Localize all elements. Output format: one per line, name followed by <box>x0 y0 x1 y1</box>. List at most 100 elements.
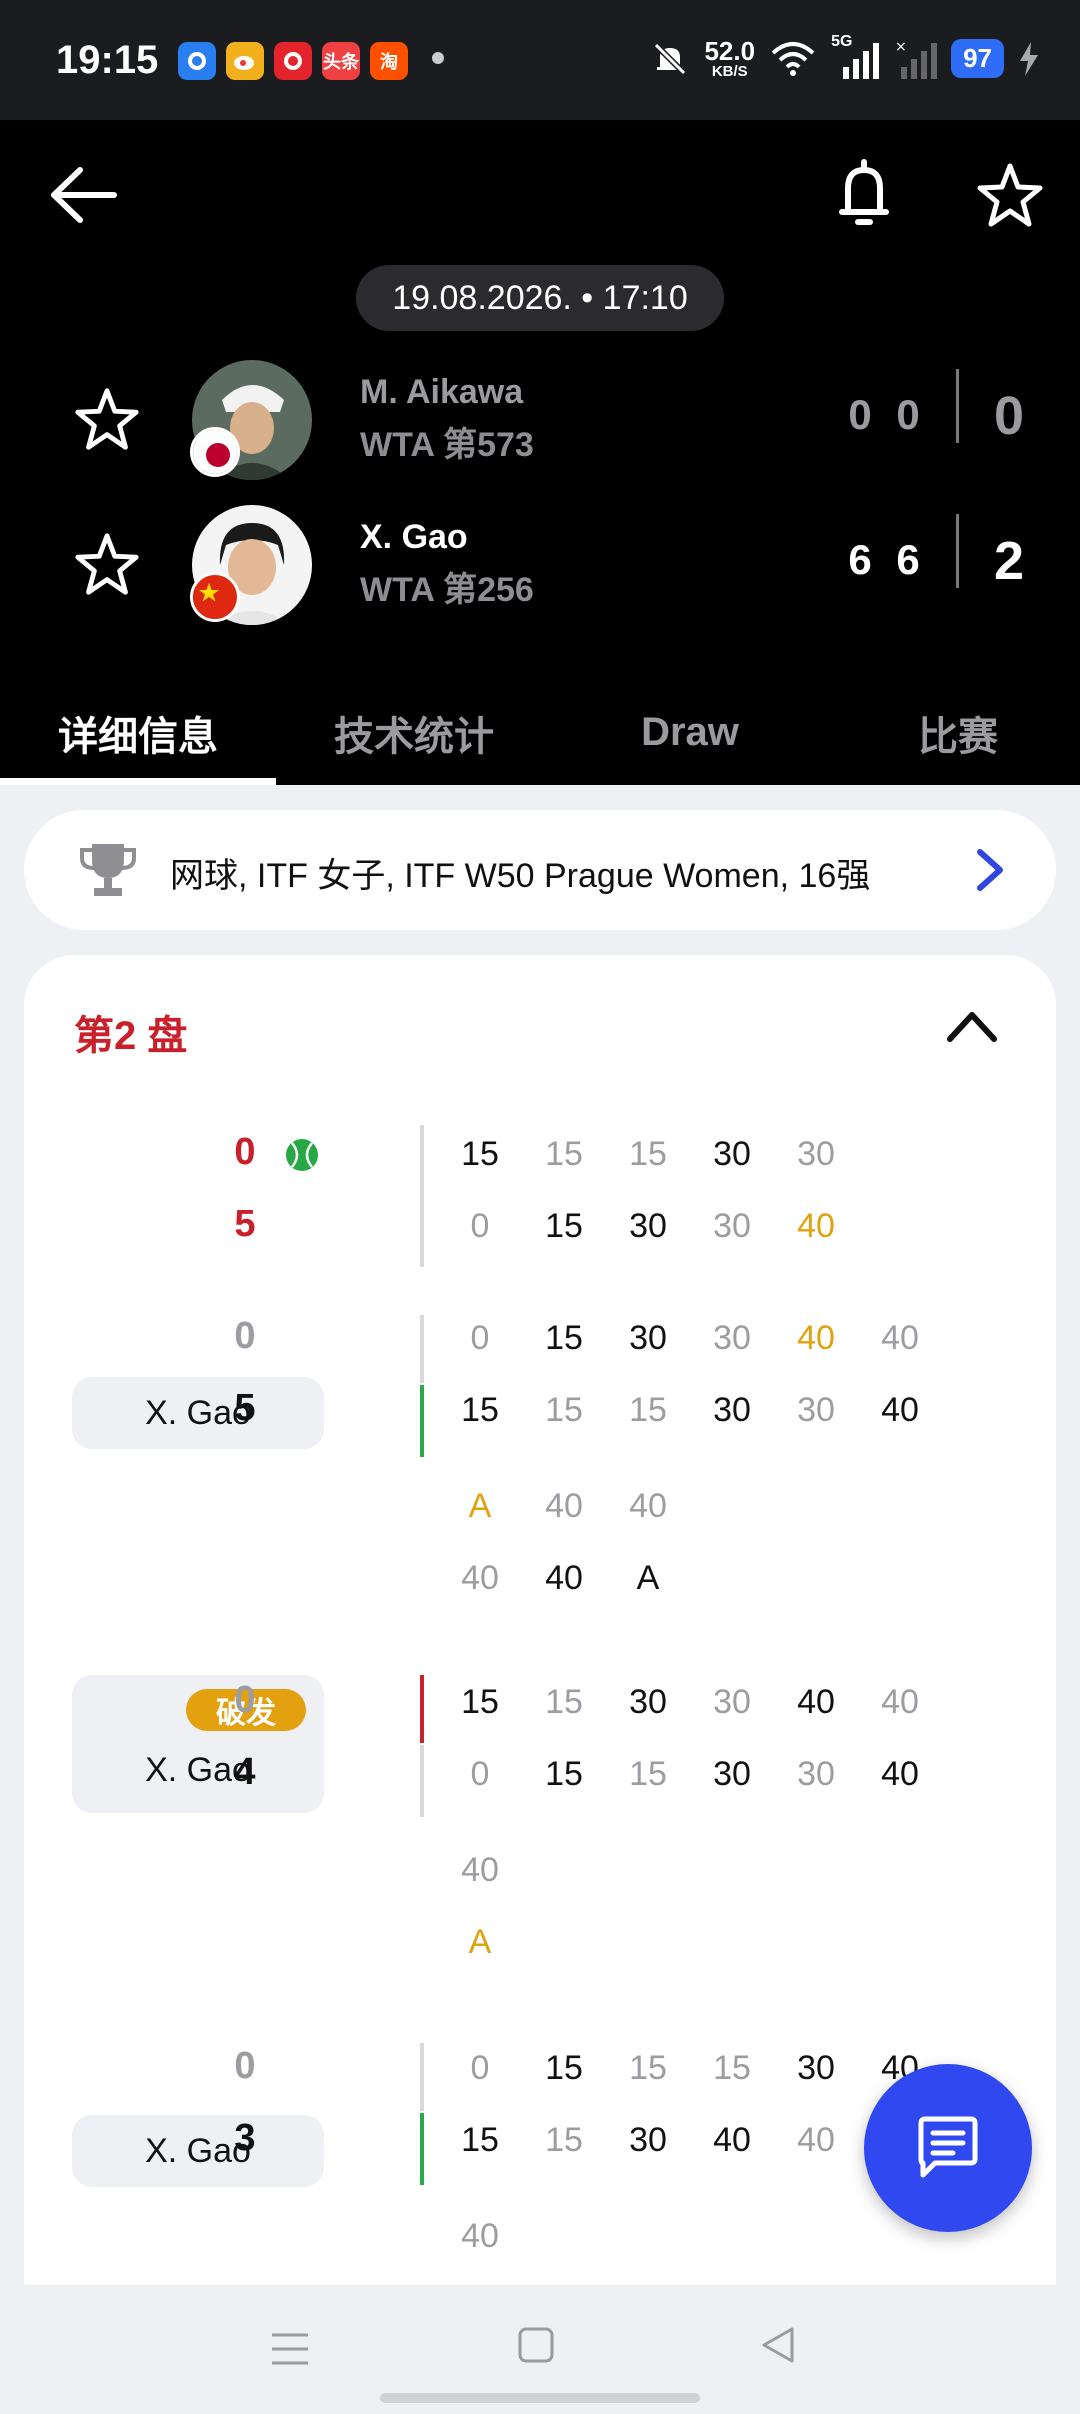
game-score-bottom: 3 <box>234 2117 256 2159</box>
point-score: 0 <box>470 1319 490 1357</box>
tournament-link[interactable]: 网球, ITF 女子, ITF W50 Prague Women, 16强 <box>24 810 1056 930</box>
point-score: 30 <box>713 1391 751 1429</box>
point-score: 30 <box>629 1207 667 1245</box>
charging-icon <box>1020 41 1038 76</box>
point-score: 40 <box>629 1487 667 1525</box>
status-time: 19:15 <box>56 38 159 82</box>
point-score: 30 <box>713 1319 751 1357</box>
game-divider <box>420 1315 424 1383</box>
home-indicator <box>380 2393 700 2403</box>
notifications-button[interactable] <box>832 156 896 236</box>
star-icon <box>977 163 1043 227</box>
game-break-bar <box>420 1675 424 1743</box>
favorite-player-2-button[interactable] <box>72 530 142 600</box>
signal-nosim-icon: × <box>895 39 938 79</box>
point-score: 40 <box>881 1755 919 1793</box>
game-score-top: 0 <box>234 1679 256 1721</box>
score-divider <box>956 369 959 443</box>
player-1-name[interactable]: M. Aikawa <box>360 373 523 412</box>
point-score: 15 <box>545 1683 583 1721</box>
back-arrow-icon <box>51 167 117 223</box>
player-row-2: X. Gao WTA 第256 6 6 2 <box>0 500 1080 630</box>
point-score: 30 <box>797 1755 835 1793</box>
match-tabs: 详细信息 技术统计 Draw 比赛 <box>0 680 1080 785</box>
break-winner-label: 破发 X. Gao <box>72 1675 324 1813</box>
game-score-bottom: 5 <box>234 1387 256 1429</box>
signal-5g-icon: 5G <box>831 33 881 79</box>
tab-matches[interactable]: 比赛 <box>820 680 1080 785</box>
china-flag <box>190 572 240 622</box>
set-title: 第2 盘 <box>74 1014 188 1058</box>
game-divider <box>420 1745 424 1817</box>
svg-text:×: × <box>895 39 907 55</box>
point-score: 30 <box>629 1319 667 1357</box>
point-score: A <box>468 1923 492 1961</box>
point-score: 0 <box>470 1755 490 1793</box>
star-icon <box>75 533 139 595</box>
game-score-top: 0 <box>234 2045 256 2087</box>
net-speed-unit: KB/S <box>711 63 748 80</box>
game-row: X. Gao 0 5 0 15 30 30 40 40 15 15 15 30 … <box>24 1315 1056 1655</box>
point-score: 15 <box>461 1391 499 1429</box>
collapse-button[interactable] <box>942 1001 1002 1051</box>
game-winner-bar <box>420 1385 424 1457</box>
status-bar: 19:15 头条 淘 52.0 KB/S 5G × 97 <box>0 0 1080 120</box>
point-score: 30 <box>713 1207 751 1245</box>
point-score: 30 <box>797 2049 835 2087</box>
back-triangle-icon[interactable] <box>758 2325 798 2365</box>
system-navigation-bar <box>0 2285 1080 2414</box>
player-2-total-sets: 2 <box>993 531 1025 591</box>
point-score: 40 <box>881 1683 919 1721</box>
player-2-rank: WTA 第256 <box>360 571 534 609</box>
point-score: 15 <box>713 2049 751 2087</box>
game-score-top: 0 <box>234 1315 256 1357</box>
tab-details[interactable]: 详细信息 <box>0 680 276 785</box>
point-score: 15 <box>461 1683 499 1721</box>
net-speed: 52.0 KB/S <box>704 38 755 79</box>
point-score: 40 <box>797 1319 835 1357</box>
point-score: 40 <box>461 1851 499 1889</box>
home-icon[interactable] <box>516 2325 556 2365</box>
player-2-set-1: 6 <box>848 536 872 583</box>
player-row-1: M. Aikawa WTA 第573 0 0 0 <box>0 355 1080 485</box>
point-score: 30 <box>629 2121 667 2159</box>
back-button[interactable] <box>44 160 124 230</box>
player-1-set-2: 0 <box>896 391 920 438</box>
point-score: 15 <box>545 1755 583 1793</box>
tennis-ball-icon <box>286 1139 318 1171</box>
point-score: A <box>468 1487 492 1525</box>
toutiao-icon: 头条 <box>322 42 360 80</box>
point-score: 40 <box>545 1487 583 1525</box>
point-score: 30 <box>713 1135 751 1173</box>
player-1-set-1: 0 <box>848 391 872 438</box>
recent-apps-icon[interactable] <box>268 2327 312 2371</box>
favorite-match-button[interactable] <box>974 156 1046 236</box>
point-score: 40 <box>713 2121 751 2159</box>
score-divider <box>956 514 959 588</box>
tournament-name: 网球, ITF 女子, ITF W50 Prague Women, 16强 <box>170 857 871 895</box>
point-score: 15 <box>545 1207 583 1245</box>
chevron-right-icon <box>977 849 1003 891</box>
game-winner-bar <box>420 2113 424 2185</box>
point-score: 0 <box>470 1207 490 1245</box>
more-notifications-dot <box>432 52 444 64</box>
point-score: 30 <box>797 1135 835 1173</box>
game-divider <box>420 2043 424 2111</box>
favorite-player-1-button[interactable] <box>72 385 142 455</box>
mute-bell-icon <box>654 42 687 75</box>
game-row: 破发 X. Gao 0 4 15 15 30 30 40 40 0 15 15 … <box>24 1675 1056 1975</box>
point-score: 15 <box>545 1319 583 1357</box>
tab-draw[interactable]: Draw <box>552 680 828 785</box>
chat-button[interactable] <box>864 2064 1032 2232</box>
point-score: 15 <box>629 2049 667 2087</box>
point-score: 15 <box>629 1391 667 1429</box>
point-score: 15 <box>545 1391 583 1429</box>
weibo-icon <box>226 42 264 80</box>
game-divider <box>420 1125 424 1267</box>
status-right-group: 52.0 KB/S 5G × 97 <box>650 33 1040 79</box>
point-score: 30 <box>629 1683 667 1721</box>
tab-statistics[interactable]: 技术统计 <box>276 680 552 785</box>
point-score: 15 <box>461 2121 499 2159</box>
point-score: 15 <box>545 2049 583 2087</box>
player-2-name[interactable]: X. Gao <box>360 518 468 557</box>
